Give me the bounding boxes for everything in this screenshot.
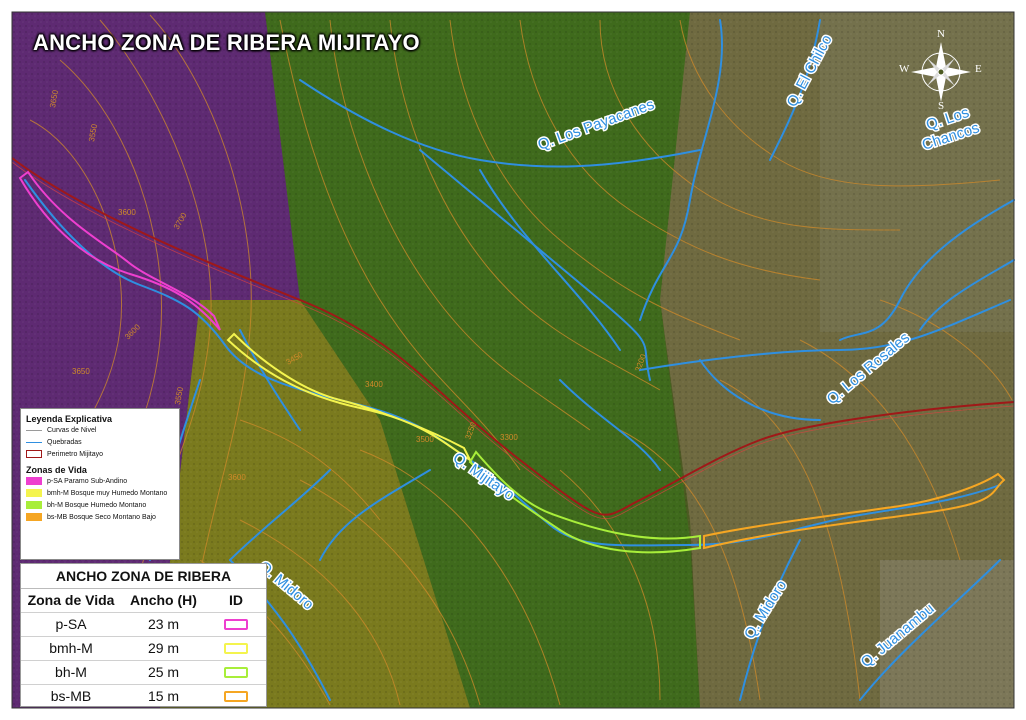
table-title: ANCHO ZONA DE RIBERA	[21, 564, 266, 589]
legend-zone-label: p-SA Paramo Sub-Andino	[47, 477, 128, 485]
table-row: bs-MB 15 m	[21, 685, 266, 708]
table-cell-width: 15 m	[147, 688, 180, 704]
id-swatch	[224, 619, 248, 630]
legend-title: Leyenda Explicativa	[26, 414, 113, 424]
legend-zones-title: Zonas de Vida	[26, 465, 87, 475]
table-header-id: ID	[229, 592, 243, 608]
table-cell-id	[206, 661, 266, 684]
table-cell-id	[206, 613, 266, 636]
map-title: ANCHO ZONA DE RIBERA MIJITAYO	[33, 30, 420, 55]
contour-label: 3600	[228, 473, 246, 482]
legend-item-label: Quebradas	[47, 438, 82, 446]
legend-item: Quebradas	[26, 436, 179, 448]
compass-east-label: E	[975, 63, 982, 75]
table-cell-zone: bs-MB	[50, 688, 92, 704]
id-swatch	[224, 667, 248, 678]
stream-line-symbol	[26, 441, 42, 443]
table-header-zone: Zona de Vida	[27, 592, 115, 608]
legend-zone-item: bmh-M Bosque muy Humedo Montano	[26, 487, 179, 499]
legend-zone-label: bh-M Bosque Humedo Montano	[47, 501, 147, 509]
legend-item-label: Curvas de Nivel	[47, 426, 97, 434]
table-cell-zone: bh-M	[55, 664, 87, 680]
table-header-row: Zona de Vida Ancho (H) ID	[21, 589, 266, 613]
contour-label: 3400	[365, 380, 383, 389]
table-cell-id	[206, 637, 266, 660]
id-swatch	[224, 691, 248, 702]
compass-west-label: W	[899, 63, 910, 75]
zone-swatch	[26, 513, 42, 521]
table-cell-zone: bmh-M	[49, 640, 93, 656]
legend-zone-label: bs-MB Bosque Seco Montano Bajo	[47, 513, 156, 521]
table-header-width: Ancho (H)	[130, 592, 197, 608]
legend-item: Curvas de Nivel	[26, 424, 179, 436]
table-row: bmh-M 29 m	[21, 637, 266, 661]
perimeter-symbol	[26, 450, 42, 458]
contour-label: 3300	[500, 433, 518, 442]
contour-label: 3500	[416, 435, 434, 444]
legend-item: Perimetro Mijitayo	[26, 448, 179, 460]
legend-zone-item: bh-M Bosque Humedo Montano	[26, 499, 179, 511]
table-cell-width: 23 m	[147, 616, 180, 632]
compass-south-label: S	[938, 100, 945, 112]
table-cell-width: 25 m	[147, 664, 180, 680]
legend-zone-item: bs-MB Bosque Seco Montano Bajo	[26, 511, 179, 523]
legend-panel: Leyenda Explicativa Curvas de Nivel Queb…	[20, 408, 180, 560]
table-row: p-SA 23 m	[21, 613, 266, 637]
contour-label: 3600	[118, 208, 136, 217]
zone-swatch	[26, 501, 42, 509]
zone-swatch	[26, 477, 42, 485]
table-cell-zone: p-SA	[55, 616, 87, 632]
id-swatch	[224, 643, 248, 654]
table-row: bh-M 25 m	[21, 661, 266, 685]
legend-zone-label: bmh-M Bosque muy Humedo Montano	[47, 489, 168, 497]
legend-item-label: Perimetro Mijitayo	[47, 450, 104, 458]
riparian-width-table: ANCHO ZONA DE RIBERA Zona de Vida Ancho …	[20, 563, 267, 707]
compass-north-label: N	[937, 28, 945, 40]
zone-swatch	[26, 489, 42, 497]
contour-line-symbol	[26, 429, 42, 431]
contour-label: 3650	[72, 367, 90, 376]
legend-zone-item: p-SA Paramo Sub-Andino	[26, 475, 179, 487]
table-cell-width: 29 m	[147, 640, 180, 656]
table-cell-id	[206, 685, 266, 708]
